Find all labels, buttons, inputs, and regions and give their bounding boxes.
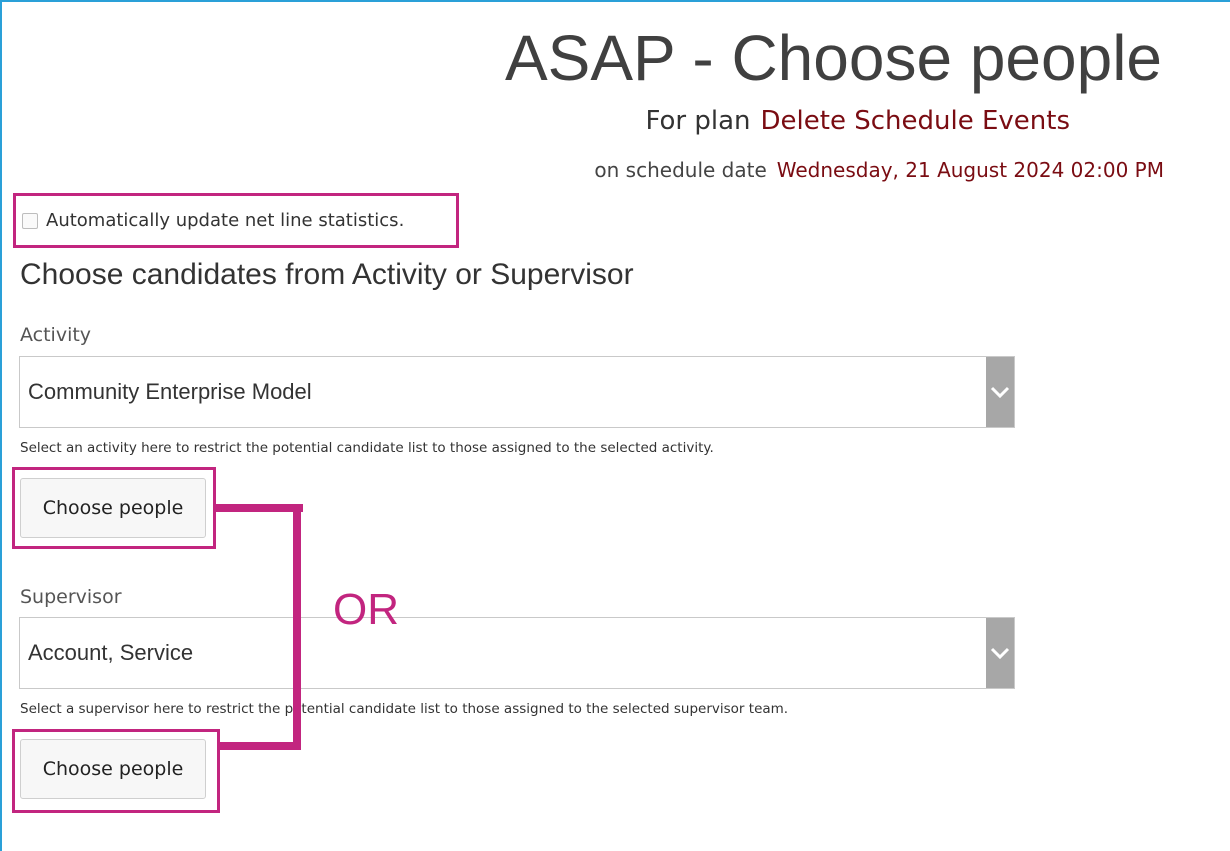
supervisor-select[interactable]: Account, Service bbox=[19, 617, 1015, 689]
auto-update-option[interactable]: Automatically update net line statistics… bbox=[22, 210, 404, 231]
supervisor-help-text: Select a supervisor here to restrict the… bbox=[20, 701, 789, 717]
supervisor-label: Supervisor bbox=[20, 586, 122, 608]
auto-update-label: Automatically update net line statistics… bbox=[46, 210, 405, 231]
activity-select-value: Community Enterprise Model bbox=[28, 379, 312, 404]
supervisor-choose-people-button[interactable]: Choose people bbox=[20, 739, 206, 799]
or-connector-top bbox=[216, 504, 303, 512]
window-frame-left bbox=[0, 0, 2, 851]
plan-line: For plan Delete Schedule Events bbox=[646, 106, 1071, 136]
auto-update-checkbox[interactable] bbox=[22, 212, 38, 229]
window-frame-top bbox=[0, 0, 1230, 2]
schedule-date-label: on schedule date bbox=[594, 158, 767, 182]
supervisor-select-value: Account, Service bbox=[28, 640, 194, 665]
activity-choose-people-button[interactable]: Choose people bbox=[20, 478, 206, 538]
activity-label: Activity bbox=[20, 324, 92, 346]
schedule-date-value: Wednesday, 21 August 2024 02:00 PM bbox=[776, 158, 1164, 182]
chevron-down-icon[interactable] bbox=[986, 618, 1014, 688]
or-annotation-label: OR bbox=[333, 585, 399, 634]
section-title: Choose candidates from Activity or Super… bbox=[20, 258, 634, 291]
plan-name: Delete Schedule Events bbox=[760, 106, 1070, 136]
plan-label: For plan bbox=[645, 106, 751, 136]
activity-select[interactable]: Community Enterprise Model bbox=[19, 356, 1015, 428]
activity-help-text: Select an activity here to restrict the … bbox=[20, 440, 714, 456]
page-title: ASAP - Choose people bbox=[504, 22, 1162, 94]
schedule-date-line: on schedule date Wednesday, 21 August 202… bbox=[594, 158, 1164, 182]
chevron-down-icon[interactable] bbox=[986, 357, 1014, 427]
or-connector-bottom bbox=[220, 742, 301, 750]
